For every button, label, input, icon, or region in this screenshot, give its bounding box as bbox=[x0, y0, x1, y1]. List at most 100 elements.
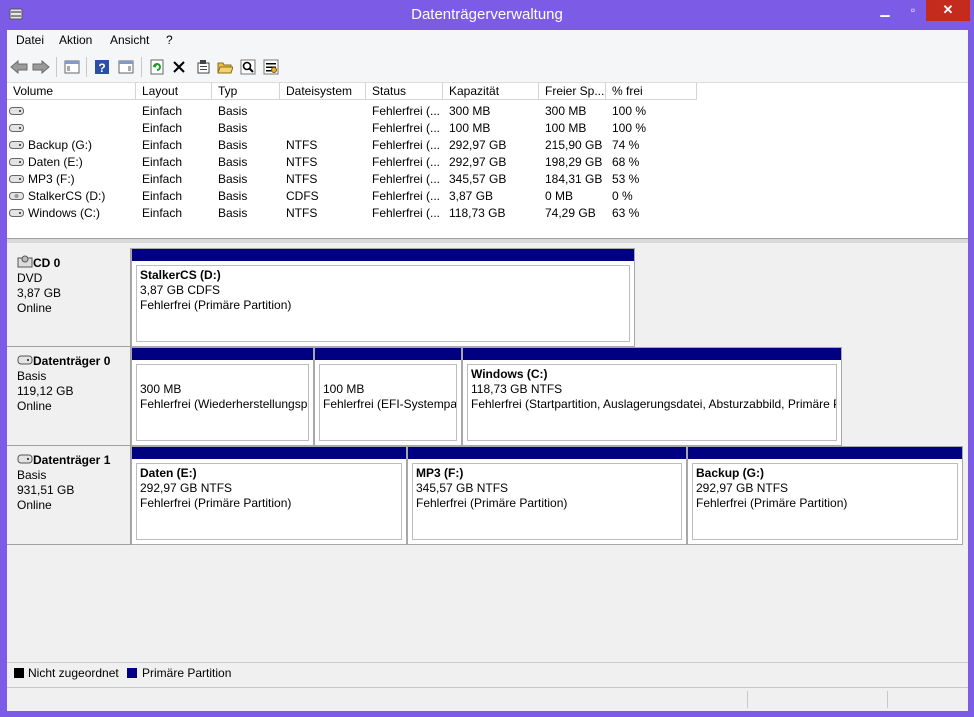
partition-bar bbox=[132, 447, 406, 459]
partition-daten[interactable]: Daten (E:) 292,97 GB NTFS Fehlerfrei (Pr… bbox=[131, 446, 407, 545]
column-header-free-space[interactable]: Freier Sp... bbox=[539, 83, 606, 100]
disk-info-cd0[interactable]: CD 0 DVD 3,87 GB Online bbox=[7, 248, 131, 347]
refresh-icon[interactable] bbox=[147, 57, 167, 77]
partition-efi[interactable]: 100 MB Fehlerfrei (EFI-Systempartition) bbox=[314, 347, 462, 446]
volume-type: Basis bbox=[218, 104, 248, 118]
cd-drive-icon bbox=[17, 255, 33, 268]
disk-name: Datenträger 1 bbox=[33, 453, 111, 467]
volume-icon bbox=[9, 141, 24, 149]
minimize-button[interactable]: ▁ bbox=[870, 0, 900, 21]
partition-name bbox=[323, 367, 456, 382]
settings-icon[interactable] bbox=[261, 57, 281, 77]
table-row[interactable]: Einfach Basis Fehlerfrei (... 100 MB 100… bbox=[7, 120, 968, 137]
partition-mp3[interactable]: MP3 (F:) 345,57 GB NTFS Fehlerfrei (Prim… bbox=[407, 446, 687, 545]
menu-aktion[interactable]: Aktion bbox=[59, 33, 92, 47]
toolbar-separator bbox=[86, 57, 87, 77]
partition-size: 292,97 GB NTFS bbox=[696, 481, 789, 495]
volume-icon bbox=[9, 124, 24, 132]
partition-windows[interactable]: Windows (C:) 118,73 GB NTFS Fehlerfrei (… bbox=[462, 347, 842, 446]
partition-name: Daten (E:) bbox=[140, 466, 197, 480]
partition-bar bbox=[132, 249, 634, 261]
partition-size: 100 MB bbox=[323, 382, 365, 396]
partition-size: 292,97 GB NTFS bbox=[140, 481, 233, 495]
menu-ansicht[interactable]: Ansicht bbox=[110, 33, 149, 47]
volume-free-space: 74,29 GB bbox=[545, 206, 596, 220]
partition-details: MP3 (F:) 345,57 GB NTFS Fehlerfrei (Prim… bbox=[412, 463, 682, 540]
partition-bar bbox=[315, 348, 461, 360]
partition-name: MP3 (F:) bbox=[416, 466, 464, 480]
maximize-button[interactable]: ▫ bbox=[898, 0, 928, 21]
table-row[interactable]: Daten (E:) Einfach Basis NTFS Fehlerfrei… bbox=[7, 154, 968, 171]
column-header-capacity[interactable]: Kapazität bbox=[443, 83, 539, 100]
column-header-volume[interactable]: Volume bbox=[7, 83, 136, 100]
partition-name: Backup (G:) bbox=[696, 466, 765, 480]
properties-icon[interactable] bbox=[193, 57, 213, 77]
help-icon[interactable]: ? bbox=[92, 57, 112, 77]
disk-info-disk0[interactable]: Datenträger 0 Basis 119,12 GB Online bbox=[7, 347, 131, 446]
toolbar-separator bbox=[141, 57, 142, 77]
volume-capacity: 100 MB bbox=[449, 121, 491, 135]
menu-datei[interactable]: Datei bbox=[16, 33, 44, 47]
volume-list[interactable]: Volume Layout Typ Dateisystem Status Kap… bbox=[7, 83, 968, 239]
partition-stalkercs[interactable]: StalkerCS (D:) 3,87 GB CDFS Fehlerfrei (… bbox=[131, 248, 635, 347]
volume-percent-free: 63 % bbox=[612, 206, 640, 220]
column-header-status[interactable]: Status bbox=[366, 83, 443, 100]
menu-help[interactable]: ? bbox=[166, 33, 173, 47]
table-row[interactable]: Windows (C:) Einfach Basis NTFS Fehlerfr… bbox=[7, 205, 968, 222]
partition-bar bbox=[408, 447, 686, 459]
volume-capacity: 292,97 GB bbox=[449, 138, 507, 152]
partition-status: Fehlerfrei (Primäre Partition) bbox=[696, 496, 848, 510]
disk-size: 3,87 GB bbox=[17, 286, 62, 300]
column-header-layout[interactable]: Layout bbox=[136, 83, 212, 100]
open-folder-icon[interactable] bbox=[215, 57, 235, 77]
column-header-percent-free[interactable]: % frei bbox=[606, 83, 697, 100]
title-bar[interactable]: Datenträgerverwaltung ▁ ▫ ✕ bbox=[0, 0, 974, 30]
action-pane-icon[interactable] bbox=[116, 57, 136, 77]
back-icon[interactable] bbox=[9, 57, 29, 77]
volume-icon bbox=[9, 107, 24, 115]
disk-info-disk1[interactable]: Datenträger 1 Basis 931,51 GB Online bbox=[7, 446, 131, 545]
column-header-filesystem[interactable]: Dateisystem bbox=[280, 83, 366, 100]
disk-graph-pane: CD 0 DVD 3,87 GB Online StalkerCS (D:) 3… bbox=[7, 244, 968, 664]
volume-percent-free: 100 % bbox=[612, 121, 647, 135]
volume-percent-free: 53 % bbox=[612, 172, 640, 186]
disk-type: Basis bbox=[17, 468, 47, 482]
partition-details: Backup (G:) 292,97 GB NTFS Fehlerfrei (P… bbox=[692, 463, 958, 540]
volume-capacity: 118,73 GB bbox=[449, 206, 506, 220]
forward-icon[interactable] bbox=[31, 57, 51, 77]
delete-icon[interactable] bbox=[169, 57, 189, 77]
table-row[interactable]: Backup (G:) Einfach Basis NTFS Fehlerfre… bbox=[7, 137, 968, 154]
volume-icon bbox=[9, 158, 24, 166]
partition-details: 100 MB Fehlerfrei (EFI-Systempartition) bbox=[319, 364, 457, 441]
partition-backup[interactable]: Backup (G:) 292,97 GB NTFS Fehlerfrei (P… bbox=[687, 446, 963, 545]
pane-splitter[interactable] bbox=[7, 239, 968, 243]
partition-bar bbox=[463, 348, 841, 360]
table-row[interactable]: MP3 (F:) Einfach Basis NTFS Fehlerfrei (… bbox=[7, 171, 968, 188]
volume-name: StalkerCS (D:) bbox=[28, 189, 106, 203]
search-icon[interactable] bbox=[238, 57, 258, 77]
volume-capacity: 3,87 GB bbox=[449, 189, 494, 203]
volume-capacity: 345,57 GB bbox=[449, 172, 507, 186]
volume-filesystem: NTFS bbox=[286, 206, 318, 220]
volume-status: Fehlerfrei (... bbox=[372, 104, 441, 118]
table-row[interactable]: StalkerCS (D:) Einfach Basis CDFS Fehler… bbox=[7, 188, 968, 205]
volume-name: Windows (C:) bbox=[28, 206, 101, 220]
console-tree-icon[interactable] bbox=[62, 57, 82, 77]
partition-size: 300 MB bbox=[140, 382, 182, 396]
table-row[interactable]: Einfach Basis Fehlerfrei (... 300 MB 300… bbox=[7, 103, 968, 120]
column-header-type[interactable]: Typ bbox=[212, 83, 280, 100]
volume-layout: Einfach bbox=[142, 206, 183, 220]
svg-text:?: ? bbox=[98, 61, 105, 75]
legend-label-primary: Primäre Partition bbox=[142, 666, 232, 680]
volume-status: Fehlerfrei (... bbox=[372, 172, 441, 186]
volume-filesystem: NTFS bbox=[286, 138, 318, 152]
volume-icon bbox=[9, 175, 24, 183]
partition-status: Fehlerfrei (EFI-Systempartition) bbox=[323, 397, 457, 411]
volume-percent-free: 68 % bbox=[612, 155, 640, 169]
partition-recovery[interactable]: 300 MB Fehlerfrei (Wiederherstellungspar… bbox=[131, 347, 314, 446]
volume-free-space: 300 MB bbox=[545, 104, 587, 118]
cd-volume-icon bbox=[9, 192, 24, 200]
partition-bar bbox=[688, 447, 962, 459]
volume-name: Backup (G:) bbox=[28, 138, 93, 152]
close-button[interactable]: ✕ bbox=[926, 0, 970, 21]
